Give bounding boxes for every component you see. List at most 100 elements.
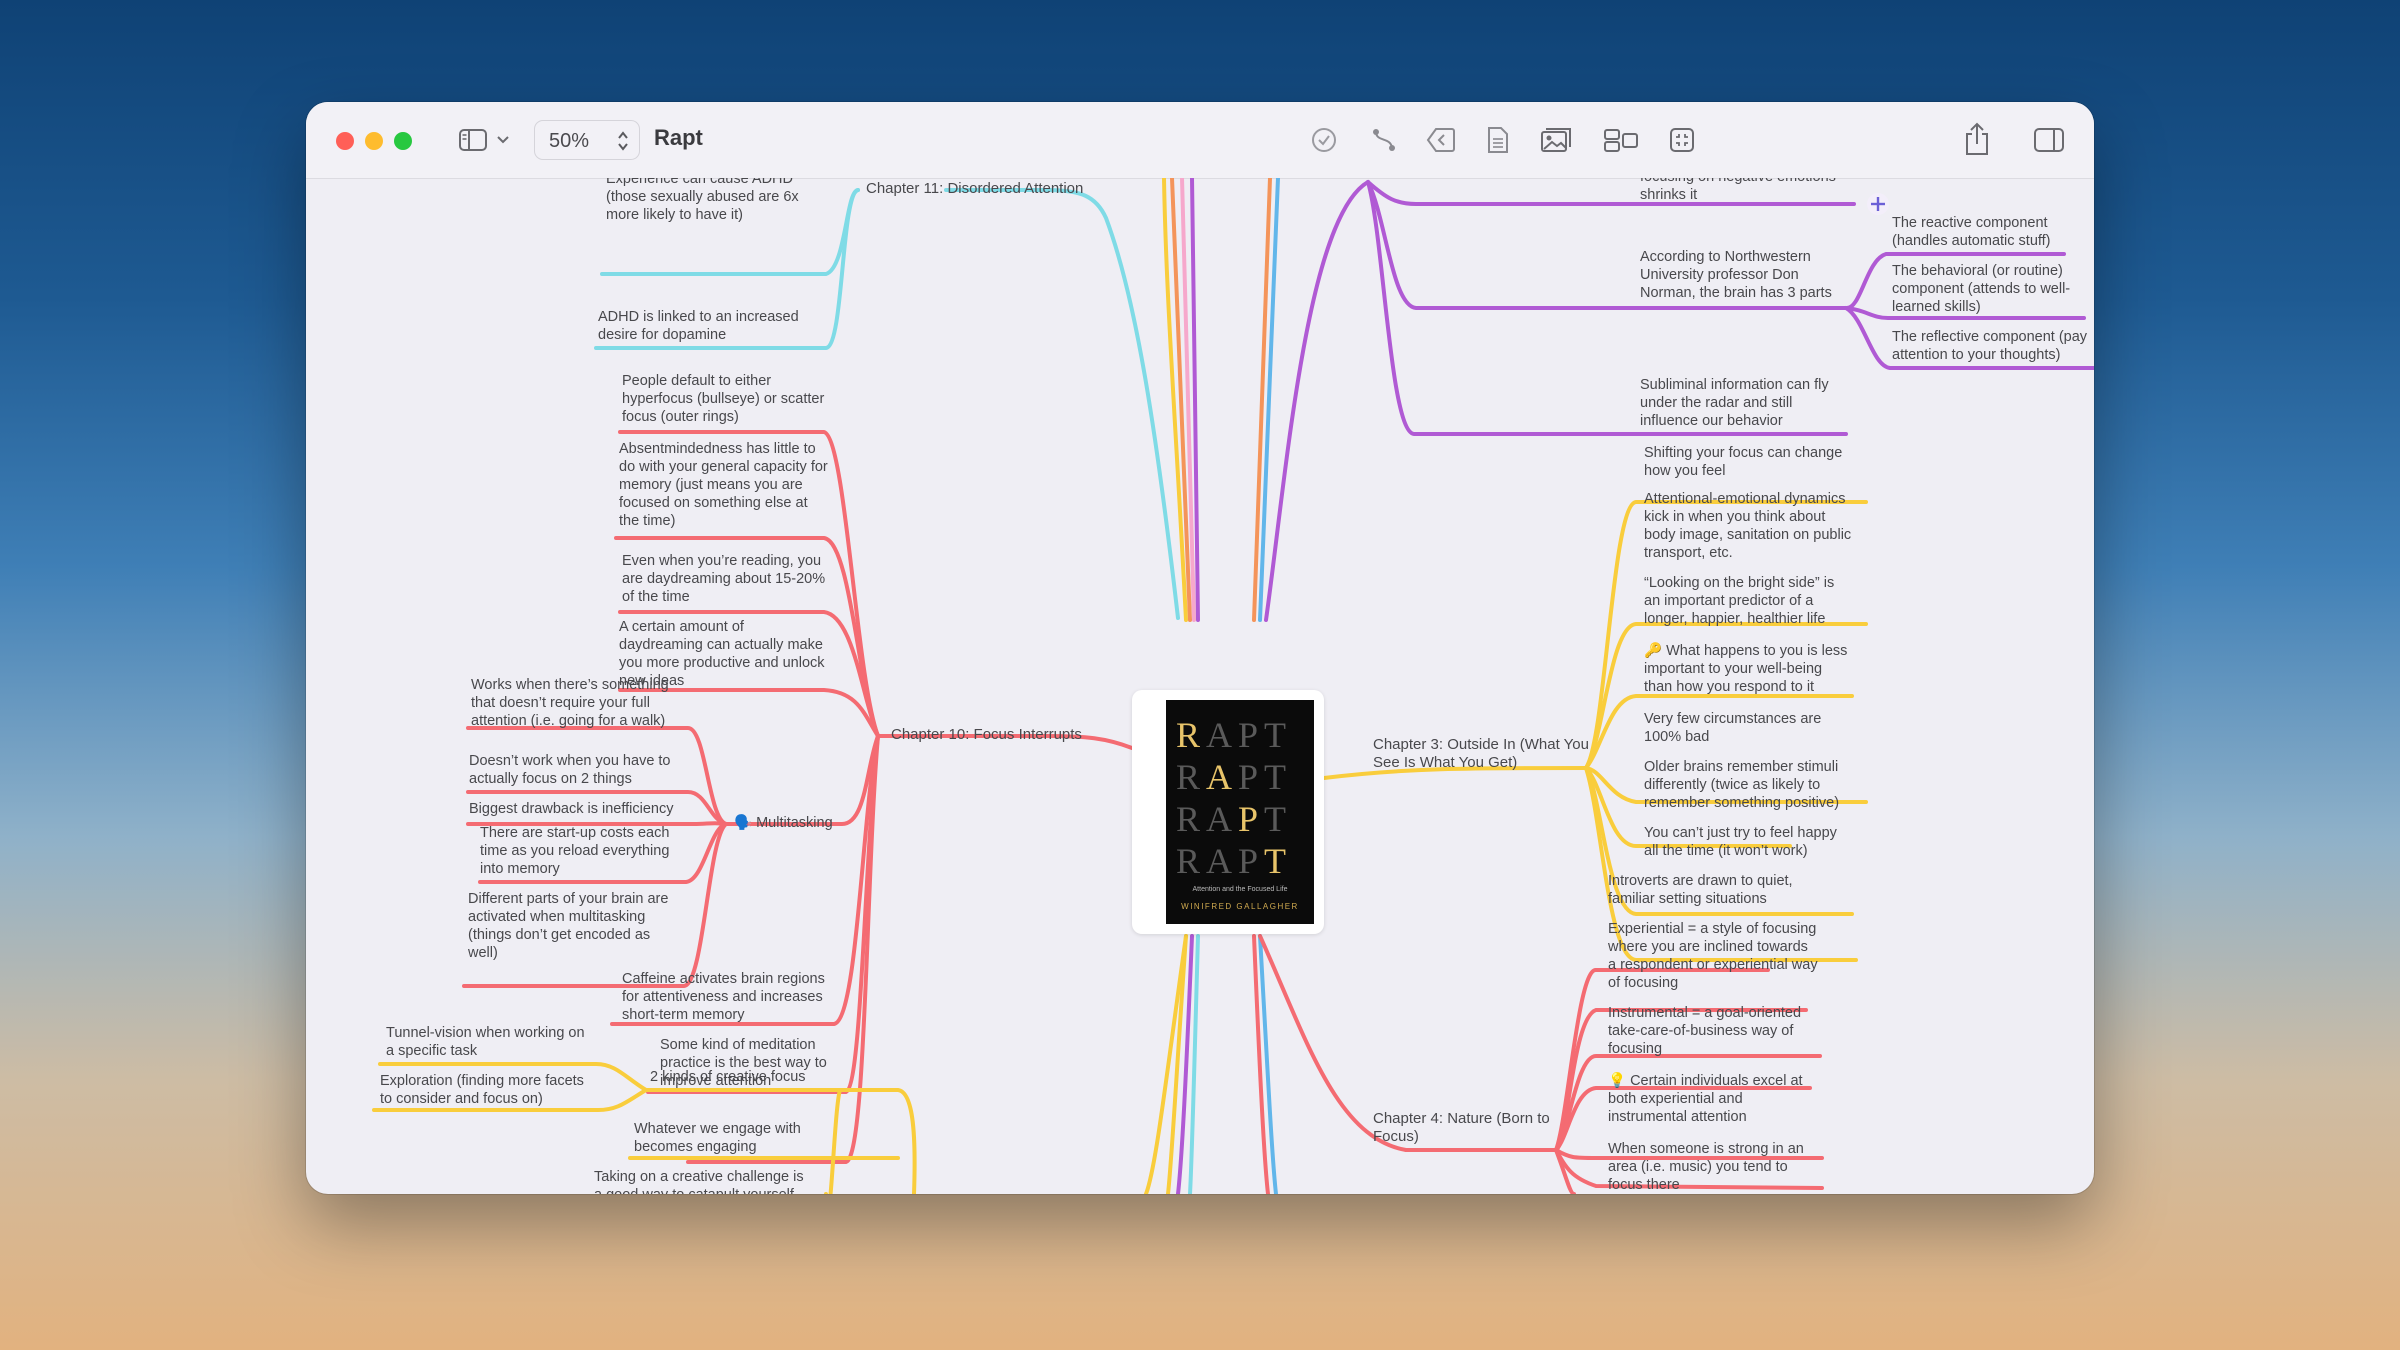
topic-line: The reactive component xyxy=(1892,215,2048,231)
topic-line: becomes engaging xyxy=(634,1139,757,1155)
cover-subtitle: Attention and the Focused Life xyxy=(1192,886,1288,893)
topic-node[interactable]: Even when you’re reading, you are daydre… xyxy=(622,552,825,606)
topic-node[interactable]: focusing on negative emotions shrinks it xyxy=(1640,178,1836,204)
sidebar-icon[interactable] xyxy=(456,124,490,156)
topic-line: more likely to have it) xyxy=(606,207,743,223)
checkmark-icon[interactable] xyxy=(1308,124,1340,156)
chapter-4-label-line: Chapter 4: Nature (Born to xyxy=(1373,1110,1550,1127)
mind-map-canvas[interactable]: RAPT RAPT RAPT RAPT Attention and the Fo… xyxy=(306,178,2094,1194)
multitasking-node[interactable]: 🗣️ Multitasking xyxy=(734,814,833,832)
topic-line: Even when you’re reading, you xyxy=(622,553,822,569)
topic-line: “Looking on the bright side” is xyxy=(1644,575,1835,591)
topic-node[interactable]: Whatever we engage with becomes engaging xyxy=(634,1120,801,1156)
topic-line: When someone is strong in an xyxy=(1608,1141,1804,1157)
topic-line: focus (outer rings) xyxy=(622,409,739,425)
topic-node[interactable]: Taking on a creative challenge is a good… xyxy=(594,1168,804,1194)
topic-line: daydreaming can actually make xyxy=(619,637,823,653)
topic-node[interactable]: Tunnel-vision when working on a specific… xyxy=(386,1024,585,1060)
topic-node[interactable]: “Looking on the bright side” is an impor… xyxy=(1644,574,1834,628)
topic-line: (handles automatic stuff) xyxy=(1892,233,2051,249)
minimize-window-button[interactable] xyxy=(365,132,383,150)
topic-line: Whatever we engage with xyxy=(634,1121,801,1137)
topic-node[interactable]: The behavioral (or routine) component (a… xyxy=(1892,262,2070,316)
chapter-3-node[interactable]: Chapter 3: Outside In (What You See Is W… xyxy=(1373,736,1589,772)
topic-node[interactable]: The reflective component (pay attention … xyxy=(1892,328,2087,364)
topic-line: area (i.e. music) you tend to xyxy=(1608,1159,1788,1175)
topic-line: Older brains remember stimuli xyxy=(1644,759,1839,775)
topic-line: longer, happier, healthier life xyxy=(1644,611,1826,627)
topic-line: desire for dopamine xyxy=(598,327,727,343)
topic-node[interactable]: Experiential = a style of focusing where… xyxy=(1608,920,1818,992)
topic-line: activated when multitasking xyxy=(468,909,646,925)
chapter-10-node[interactable]: Chapter 10: Focus Interrupts xyxy=(891,726,1082,744)
topic-node[interactable]: According to Northwestern University pro… xyxy=(1640,248,1832,302)
topic-line: short-term memory xyxy=(622,1007,745,1023)
zoom-window-button[interactable] xyxy=(394,132,412,150)
chapter-11-node[interactable]: Chapter 11: Disordered Attention xyxy=(866,180,1083,198)
cover-title-row-2: RAPT xyxy=(1176,757,1293,797)
topic-node[interactable]: Attentional-emotional dynamics kick in w… xyxy=(1644,490,1851,562)
share-icon[interactable] xyxy=(1960,120,1994,158)
topic-line: focusing xyxy=(1608,1041,1663,1057)
chapter-4-label-line: Focus) xyxy=(1373,1128,1419,1145)
topic-node[interactable]: When someone is strong in an area (i.e. … xyxy=(1608,1140,1804,1194)
note-icon[interactable] xyxy=(1482,124,1514,156)
topic-node[interactable]: 🔑 What happens to you is less important … xyxy=(1644,642,1847,696)
focus-icon[interactable] xyxy=(1666,124,1698,156)
topic-node[interactable]: Biggest drawback is inefficiency xyxy=(469,800,673,818)
topic-node[interactable]: Very few circumstances are 100% bad xyxy=(1644,710,1821,746)
chevron-down-icon[interactable] xyxy=(494,130,512,150)
topic-line: than how you respond to it xyxy=(1644,679,1815,695)
topic-node[interactable]: Older brains remember stimuli differentl… xyxy=(1644,758,1839,812)
zoom-stepper[interactable]: 50% xyxy=(534,120,640,160)
central-book-node[interactable]: RAPT RAPT RAPT RAPT Attention and the Fo… xyxy=(1132,690,1324,934)
close-window-button[interactable] xyxy=(336,132,354,150)
topic-node[interactable]: Absentmindedness has little to do with y… xyxy=(619,440,828,530)
topic-node[interactable]: Introverts are drawn to quiet, familiar … xyxy=(1608,872,1793,908)
topic-line: an important predictor of a xyxy=(1644,593,1814,609)
stepper-arrows-icon[interactable] xyxy=(617,130,629,157)
topic-node[interactable]: Instrumental = a goal-oriented take-care… xyxy=(1608,1004,1801,1058)
topic-line: time as you reload everything xyxy=(480,843,670,859)
topic-line: 💡 Certain individuals excel at xyxy=(1608,1073,1803,1089)
topic-node[interactable]: Exploration (finding more facets to cons… xyxy=(380,1072,584,1108)
topic-line: University professor Don xyxy=(1640,267,1799,283)
back-icon[interactable] xyxy=(1424,124,1458,156)
topic-node[interactable]: People default to either hyperfocus (bul… xyxy=(622,372,824,426)
topic-line: Exploration (finding more facets xyxy=(380,1073,584,1089)
topic-node[interactable]: Caffeine activates brain regions for att… xyxy=(622,970,825,1024)
topic-node[interactable]: Different parts of your brain are activa… xyxy=(468,890,668,962)
topic-line: under the radar and still xyxy=(1640,395,1793,411)
topic-node[interactable]: ADHD is linked to an increased desire fo… xyxy=(598,308,799,344)
topic-node[interactable]: Works when there’s something that doesn’… xyxy=(471,676,669,730)
topic-node[interactable]: Doesn’t work when you have to actually f… xyxy=(469,752,671,788)
topic-line: are daydreaming about 15-20% xyxy=(622,571,826,587)
layout-icon[interactable] xyxy=(1602,124,1640,156)
topic-node[interactable]: Subliminal information can fly under the… xyxy=(1640,376,1829,430)
topic-line: Different parts of your brain are xyxy=(468,891,669,907)
topic-node[interactable]: Shifting your focus can change how you f… xyxy=(1644,444,1842,480)
topic-line: a specific task xyxy=(386,1043,478,1059)
topic-line: Very few circumstances are xyxy=(1644,711,1822,727)
topic-line: Norman, the brain has 3 parts xyxy=(1640,285,1832,301)
topic-line: body image, sanitation on public xyxy=(1644,527,1852,543)
topic-line: ADHD is linked to an increased xyxy=(598,309,799,325)
chapter-4-node[interactable]: Chapter 4: Nature (Born to Focus) xyxy=(1373,1110,1550,1146)
topic-line: The reflective component (pay xyxy=(1892,329,2088,345)
topic-line: Works when there’s something xyxy=(471,677,669,693)
inspector-icon[interactable] xyxy=(2032,124,2066,156)
topic-line: (those sexually abused are 6x xyxy=(606,189,799,205)
topic-line: Shifting your focus can change xyxy=(1644,445,1843,461)
creative-focus-node[interactable]: 2 kinds of creative focus xyxy=(650,1068,806,1086)
topic-node[interactable]: You can’t just try to feel happy all the… xyxy=(1644,824,1837,860)
topic-line: The behavioral (or routine) xyxy=(1892,263,2063,279)
connection-icon[interactable] xyxy=(1368,124,1400,156)
topic-node[interactable]: 💡 Certain individuals excel at both expe… xyxy=(1608,1072,1803,1126)
topic-node[interactable]: Experience can cause ADHD (those sexuall… xyxy=(606,178,799,224)
topic-node[interactable]: There are start-up costs each time as yo… xyxy=(480,824,669,878)
image-icon[interactable] xyxy=(1538,124,1574,156)
topic-line: Doesn’t work when you have to xyxy=(469,753,671,769)
topic-line: important to your well-being xyxy=(1644,661,1823,677)
add-node-icon[interactable] xyxy=(1866,192,1890,221)
topic-node[interactable]: The reactive component (handles automati… xyxy=(1892,214,2051,250)
